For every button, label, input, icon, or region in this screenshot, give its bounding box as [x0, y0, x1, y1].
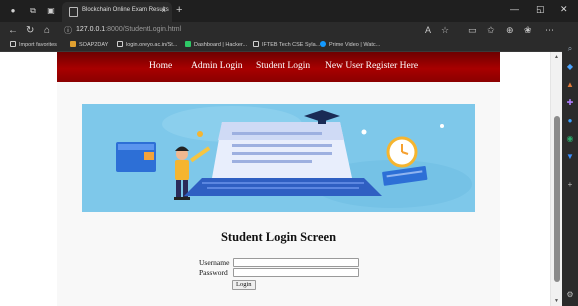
extensions-icon[interactable]: ❀	[524, 25, 532, 36]
scroll-down-icon[interactable]: ▼	[554, 298, 559, 304]
home-icon[interactable]: ⌂	[44, 25, 50, 36]
settings-more-icon[interactable]: ⋯	[545, 25, 554, 36]
hero-illustration	[82, 104, 475, 212]
info-icon[interactable]: ⓘ	[64, 25, 72, 36]
nav-link-register[interactable]: New User Register Here	[325, 61, 418, 71]
games-icon[interactable]: ●	[565, 116, 575, 126]
new-tab-icon[interactable]: +	[176, 4, 182, 16]
browser-titlebar: ● ⧉ ▣ Blockchain Online Exam Results × +…	[0, 0, 578, 22]
address-bar[interactable]: ⓘ 127.0.0.1:8000/StudentLogin.html	[62, 24, 452, 37]
favorites-icon[interactable]: ✩	[487, 25, 495, 36]
username-input[interactable]	[233, 258, 359, 267]
page-favicon-icon	[69, 7, 78, 17]
restore-icon[interactable]: ◱	[536, 4, 545, 15]
close-tab-icon[interactable]: ×	[161, 6, 166, 15]
office-icon[interactable]: ◉	[565, 134, 575, 144]
add-sidebar-icon[interactable]: +	[565, 180, 575, 190]
bookmark-prime-video[interactable]: Prime Video | Watc...	[320, 41, 380, 48]
tab-actions-icon[interactable]: ▣	[46, 6, 56, 16]
sidebar-settings-icon[interactable]: ⚙	[565, 290, 575, 300]
bookmark-import-favorites[interactable]: Import favorites	[10, 41, 57, 48]
close-window-icon[interactable]: ✕	[560, 4, 568, 15]
bookmark-hackerrank[interactable]: Dashboard | Hacker...	[185, 41, 247, 48]
read-aloud-icon[interactable]: A	[425, 25, 431, 35]
collections-icon[interactable]: ⊕	[506, 25, 514, 36]
tools-icon[interactable]: ✚	[565, 98, 575, 108]
web-page: Home Admin Login Student Login New User …	[0, 52, 562, 306]
nav-link-student-login[interactable]: Student Login	[256, 61, 310, 71]
edge-sidebar: ⌕ ◆ ▲ ✚ ● ◉ ▼ + ⚙	[562, 22, 578, 306]
split-screen-icon[interactable]: ▭	[468, 25, 477, 36]
scrollbar-thumb[interactable]	[554, 116, 560, 282]
favorite-star-icon[interactable]: ☆	[441, 25, 449, 36]
password-input[interactable]	[233, 268, 359, 277]
browser-navbar: ← ↻ ⌂ ⓘ 127.0.0.1:8000/StudentLogin.html…	[0, 22, 578, 39]
bookmarks-bar: Import favorites SOAP2DAY login.oreyo.ac…	[0, 39, 578, 52]
workspaces-icon[interactable]: ⧉	[28, 6, 38, 16]
online-exam-illustration	[116, 106, 472, 208]
page-content: Student Login Screen Username Password L…	[57, 82, 500, 306]
tab-title: Blockchain Online Exam Results	[82, 7, 169, 13]
refresh-icon[interactable]: ↻	[26, 25, 34, 36]
page-scrollbar[interactable]: ▲ ▼	[550, 52, 562, 306]
profile-icon[interactable]: ●	[8, 6, 18, 16]
login-button[interactable]: Login	[232, 280, 256, 290]
back-icon[interactable]: ←	[8, 25, 18, 36]
bookmark-login-oreyo[interactable]: login.oreyo.ac.in/St...	[117, 41, 177, 48]
password-label: Password	[199, 268, 228, 277]
bookmark-cse-syllabus[interactable]: IFTEB Tech CSE Syla...	[253, 41, 320, 48]
nav-link-admin-login[interactable]: Admin Login	[191, 61, 242, 71]
discover-icon[interactable]: ◆	[565, 62, 575, 72]
scroll-up-icon[interactable]: ▲	[554, 54, 559, 60]
bookmark-soap2day[interactable]: SOAP2DAY	[70, 41, 108, 48]
nav-link-home[interactable]: Home	[149, 61, 172, 71]
outlook-icon[interactable]: ▼	[565, 152, 575, 162]
minimize-icon[interactable]: —	[510, 4, 519, 14]
shopping-icon[interactable]: ▲	[565, 80, 575, 90]
search-icon[interactable]: ⌕	[565, 44, 575, 54]
page-title: Student Login Screen	[220, 230, 337, 244]
username-label: Username	[199, 258, 230, 267]
browser-tab-active[interactable]: Blockchain Online Exam Results ×	[62, 2, 172, 22]
address-url[interactable]: 127.0.0.1:8000/StudentLogin.html	[76, 26, 181, 33]
site-navbar: Home Admin Login Student Login New User …	[57, 52, 500, 82]
